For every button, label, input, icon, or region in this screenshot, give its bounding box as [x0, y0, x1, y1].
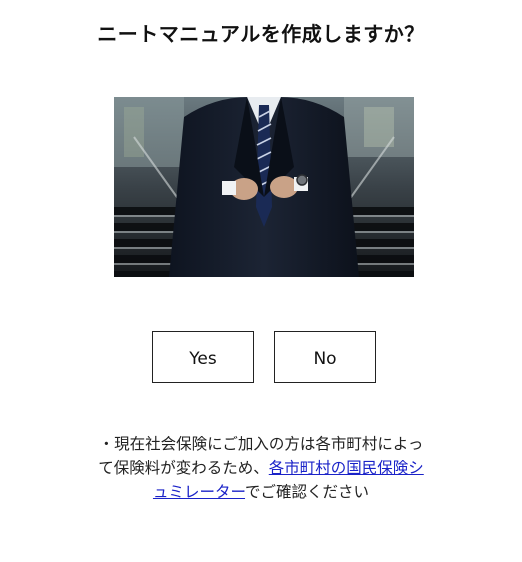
no-button[interactable]: No — [274, 331, 376, 383]
yes-button[interactable]: Yes — [152, 331, 254, 383]
notice-suffix: でご確認ください — [245, 483, 370, 501]
notice-text: ・現在社会保険にご加入の方は各市町村によって保険料が変わるため、各市町村の国民保… — [96, 432, 426, 504]
page-title: ニートマニュアルを作成しますか？ — [97, 22, 425, 46]
hero-image — [114, 97, 414, 277]
